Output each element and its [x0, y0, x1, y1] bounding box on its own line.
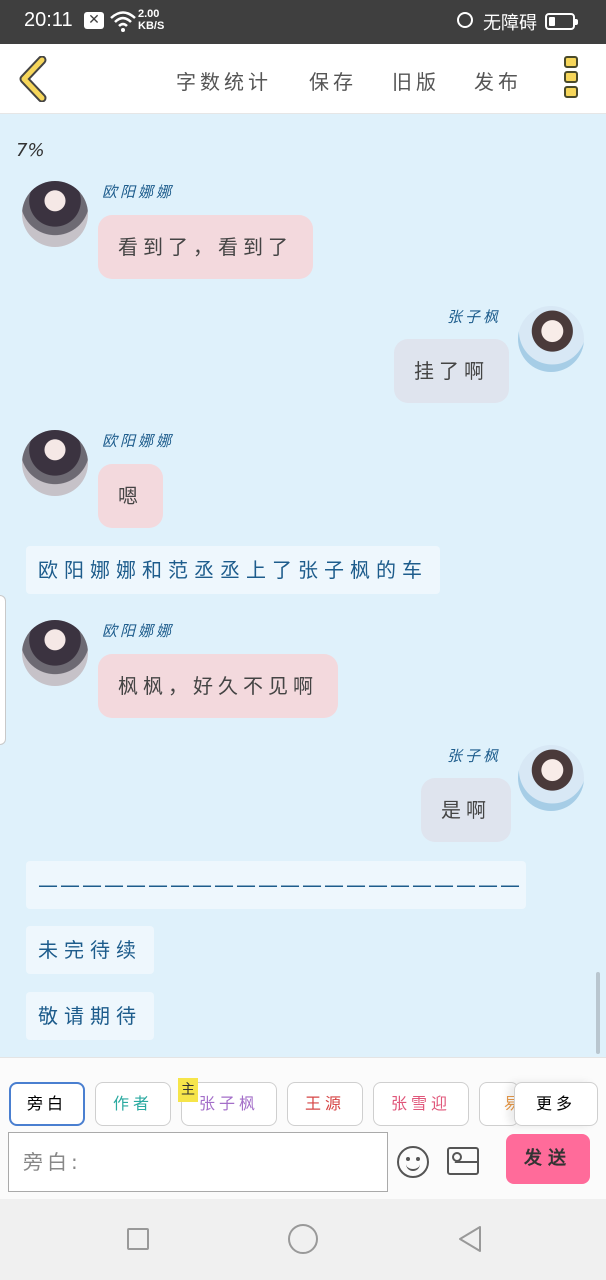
send-button[interactable]: 发送 [506, 1134, 590, 1184]
role-chip-narrator[interactable]: 旁白 [9, 1082, 85, 1126]
publish-button[interactable]: 发布 [474, 66, 522, 95]
editor-toolbar: 字数统计 保存 旧版 发布 [0, 44, 606, 114]
avatar[interactable] [518, 745, 584, 811]
side-drawer-handle[interactable] [0, 595, 6, 745]
composer-panel: 旁白 作者 张子枫 王源 张雪迎 易 更多 旁白: 发送 [0, 1057, 606, 1199]
rotation-lock-icon [457, 12, 473, 28]
accessibility-label: 无障碍 [483, 13, 537, 34]
status-time: 20:11 [24, 9, 73, 31]
wifi-icon [110, 11, 136, 32]
sender-name: 欧阳娜娜 [102, 432, 175, 450]
emoji-icon[interactable] [397, 1146, 429, 1178]
role-chip-author[interactable]: 作者 [95, 1082, 171, 1126]
message-bubble[interactable]: 嗯 [98, 464, 163, 528]
role-chip-zhangxueying[interactable]: 张雪迎 [373, 1082, 469, 1126]
more-roles-button[interactable]: 更多 [514, 1082, 598, 1126]
home-icon[interactable] [288, 1224, 318, 1254]
narration-item[interactable]: 未完待续 [26, 926, 154, 974]
message-input[interactable]: 旁白: [8, 1132, 388, 1192]
role-chip-partial[interactable]: 易 [479, 1082, 519, 1126]
avatar[interactable] [22, 620, 88, 686]
back-chevron-icon[interactable] [14, 56, 54, 102]
main-role-tag: 主 [178, 1078, 198, 1102]
old-version-button[interactable]: 旧版 [392, 66, 440, 95]
sender-name: 欧阳娜娜 [102, 183, 175, 201]
word-count-button[interactable]: 字数统计 [176, 66, 272, 95]
scrollbar-thumb[interactable] [596, 972, 600, 1054]
notification-x-icon: ✕ [84, 12, 104, 29]
avatar[interactable] [518, 306, 584, 372]
sender-name: 欧阳娜娜 [102, 622, 175, 640]
system-nav-bar [0, 1199, 606, 1280]
narration-item[interactable]: 欧阳娜娜和范丞丞上了张子枫的车 [26, 546, 440, 594]
status-bar: 20:11 ✕ 2.00 KB/S 无障碍 [0, 0, 606, 44]
message-bubble[interactable]: 枫枫，好久不见啊 [98, 654, 338, 718]
more-menu-icon[interactable] [564, 56, 582, 104]
sender-name: 张子枫 [447, 308, 502, 326]
message-bubble[interactable]: 看到了，看到了 [98, 215, 313, 279]
narration-item[interactable]: 敬请期待 [26, 992, 154, 1040]
avatar[interactable] [22, 430, 88, 496]
save-button[interactable]: 保存 [309, 66, 357, 95]
net-speed: 2.00 KB/S [138, 8, 165, 32]
role-chip-wangyuan[interactable]: 王源 [287, 1082, 363, 1126]
progress-label: 7% [16, 140, 45, 161]
sender-name: 张子枫 [447, 747, 502, 765]
image-icon[interactable] [447, 1147, 479, 1175]
message-bubble[interactable]: 是啊 [421, 778, 511, 842]
battery-icon [545, 13, 578, 30]
back-triangle-icon[interactable] [455, 1224, 485, 1254]
message-bubble[interactable]: 挂了啊 [394, 339, 509, 403]
avatar[interactable] [22, 181, 88, 247]
narration-item[interactable]: —————————————————————— [26, 861, 526, 909]
recents-icon[interactable] [127, 1228, 149, 1250]
